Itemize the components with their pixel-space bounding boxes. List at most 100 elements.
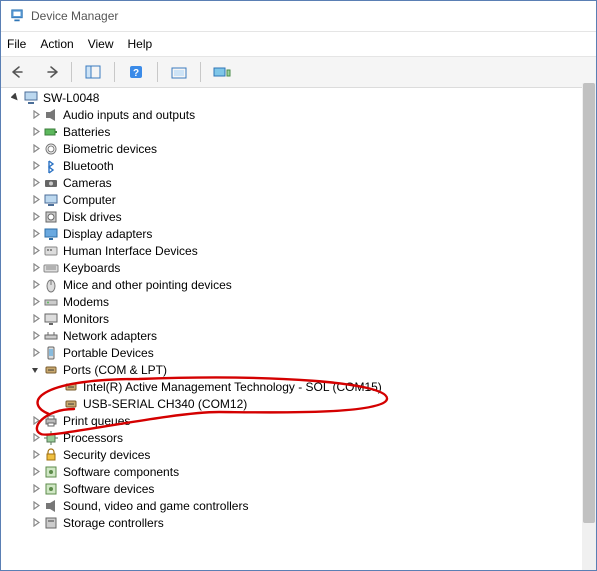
toolbar-separator [114,62,115,82]
svg-text:?: ? [133,68,139,79]
expand-icon[interactable] [29,483,41,495]
port-icon [43,362,59,378]
expand-icon[interactable] [29,279,41,291]
help-button[interactable]: ? [123,60,149,84]
tree-item-label: Display adapters [63,227,152,241]
collapse-icon[interactable] [29,364,41,376]
tree-item[interactable]: Mice and other pointing devices [29,276,582,293]
software-icon [43,464,59,480]
bluetooth-icon [43,158,59,174]
battery-icon [43,124,59,140]
tree-item-label: Batteries [63,125,110,139]
tree-item[interactable]: Sound, video and game controllers [29,497,582,514]
expand-icon[interactable] [29,432,41,444]
expand-icon[interactable] [29,245,41,257]
tree-item[interactable]: Audio inputs and outputs [29,106,582,123]
tree-item-label: USB-SERIAL CH340 (COM12) [83,397,247,411]
tree-item-label: Software devices [63,482,154,496]
expand-icon[interactable] [29,500,41,512]
expand-icon[interactable] [29,160,41,172]
tree-item[interactable]: Keyboards [29,259,582,276]
cpu-icon [43,430,59,446]
expand-icon[interactable] [29,347,41,359]
tree-item[interactable]: Modems [29,293,582,310]
devices-button[interactable] [209,60,235,84]
expand-icon[interactable] [29,262,41,274]
expand-icon[interactable] [29,177,41,189]
tree-item[interactable]: Portable Devices [29,344,582,361]
expand-icon[interactable] [29,228,41,240]
mouse-icon [43,277,59,293]
tree-item[interactable]: Software components [29,463,582,480]
expand-icon[interactable] [29,517,41,529]
display-icon [43,226,59,242]
tree-item[interactable]: Intel(R) Active Management Technology - … [49,378,582,395]
expand-icon[interactable] [29,330,41,342]
port-icon [63,379,79,395]
tree-item[interactable]: Monitors [29,310,582,327]
camera-icon [43,175,59,191]
tree-item[interactable]: Cameras [29,174,582,191]
tree-item-label: Human Interface Devices [63,244,198,258]
expand-icon[interactable] [29,194,41,206]
tree-item[interactable]: Disk drives [29,208,582,225]
monitor-icon [43,311,59,327]
tree-item[interactable]: Batteries [29,123,582,140]
tree-item-label: Biometric devices [63,142,157,156]
tree-item-label: Sound, video and game controllers [63,499,248,513]
expand-icon[interactable] [29,313,41,325]
tree-item[interactable]: Software devices [29,480,582,497]
tree-item[interactable]: Biometric devices [29,140,582,157]
tree-item[interactable]: USB-SERIAL CH340 (COM12) [49,395,582,412]
tree-item-label: Monitors [63,312,109,326]
tree-item-label: Network adapters [63,329,157,343]
root-name: SW-L0048 [43,91,99,105]
toolbar-separator [200,62,201,82]
tree-item[interactable]: Ports (COM & LPT) [29,361,582,378]
expand-icon[interactable] [29,466,41,478]
collapse-icon[interactable] [9,92,21,104]
tree-root[interactable]: SW-L0048 [9,89,582,106]
expand-icon[interactable] [29,143,41,155]
tree-item[interactable]: Storage controllers [29,514,582,531]
forward-button[interactable] [37,60,63,84]
tree-item[interactable]: Display adapters [29,225,582,242]
tree-item[interactable]: Print queues [29,412,582,429]
tree-item[interactable]: Computer [29,191,582,208]
menu-help[interactable]: Help [128,37,153,51]
tree-item[interactable]: Processors [29,429,582,446]
menu-file[interactable]: File [7,37,26,51]
expand-icon[interactable] [29,449,41,461]
expand-icon[interactable] [29,126,41,138]
tree-item[interactable]: Network adapters [29,327,582,344]
tree-item[interactable]: Bluetooth [29,157,582,174]
speaker-icon [43,107,59,123]
toolbar-separator [71,62,72,82]
expand-icon[interactable] [29,211,41,223]
portable-icon [43,345,59,361]
menu-action[interactable]: Action [40,37,73,51]
vertical-scrollbar[interactable] [583,83,595,523]
software-icon [43,481,59,497]
tree-item-label: Software components [63,465,179,479]
expand-icon[interactable] [29,415,41,427]
expand-icon[interactable] [29,109,41,121]
tree-item-label: Ports (COM & LPT) [63,363,167,377]
back-button[interactable] [7,60,33,84]
tree-item-label: Mice and other pointing devices [63,278,232,292]
storage-icon [43,515,59,531]
modem-icon [43,294,59,310]
tree-item[interactable]: Security devices [29,446,582,463]
device-tree-area[interactable]: SW-L0048 Audio inputs and outputs Batteri… [1,83,596,570]
tree-item-label: Processors [63,431,123,445]
menu-view[interactable]: View [88,37,114,51]
tree-item[interactable]: Human Interface Devices [29,242,582,259]
toolbar-separator [157,62,158,82]
menu-bar: File Action View Help [1,32,596,56]
expand-icon[interactable] [29,296,41,308]
show-hide-tree-button[interactable] [80,60,106,84]
scan-hardware-button[interactable] [166,60,192,84]
tree-item-label: Keyboards [63,261,120,275]
network-icon [43,328,59,344]
speaker-icon [43,498,59,514]
